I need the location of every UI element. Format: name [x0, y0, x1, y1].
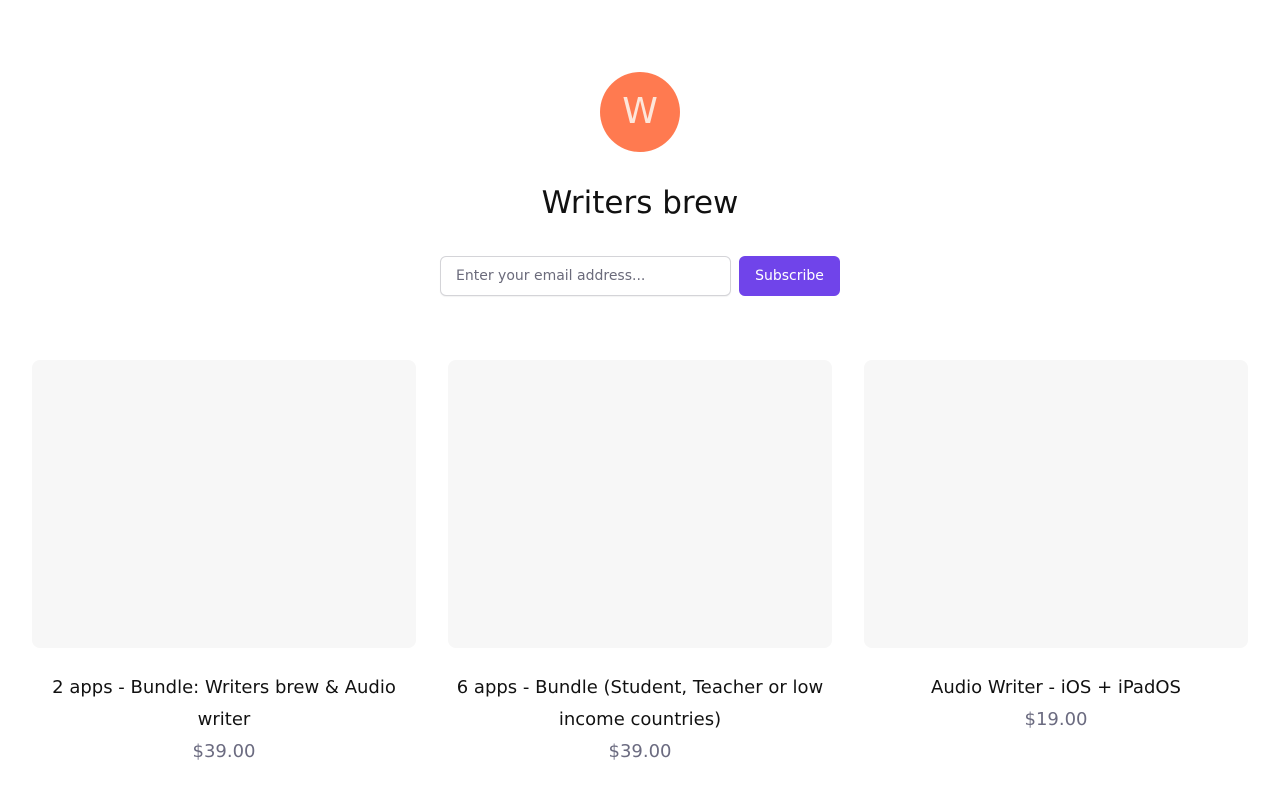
store-page: W Writers brew Subscribe 2 apps - Bundle… [0, 0, 1280, 800]
product-price: $19.00 [1024, 709, 1088, 730]
product-card[interactable]: 6 apps - Bundle (Student, Teacher or low… [448, 360, 832, 768]
product-image[interactable] [32, 360, 416, 648]
avatar-letter: W [622, 91, 658, 132]
product-name[interactable]: 2 apps - Bundle: Writers brew & Audio wr… [40, 672, 408, 736]
product-name[interactable]: 6 apps - Bundle (Student, Teacher or low… [456, 672, 824, 736]
product-card[interactable]: 2 apps - Bundle: Writers brew & Audio wr… [32, 360, 416, 768]
page-title: Writers brew [541, 185, 739, 221]
product-card[interactable]: Audio Writer - iOS + iPadOS $19.00 [864, 360, 1248, 736]
product-image[interactable] [864, 360, 1248, 648]
product-image[interactable] [448, 360, 832, 648]
subscribe-button[interactable]: Subscribe [739, 256, 840, 296]
brand-avatar: W [600, 72, 680, 152]
subscribe-form: Subscribe [440, 256, 840, 296]
email-input[interactable] [440, 256, 731, 296]
product-price: $39.00 [608, 741, 672, 762]
product-name[interactable]: Audio Writer - iOS + iPadOS [872, 672, 1240, 704]
product-price: $39.00 [192, 741, 256, 762]
